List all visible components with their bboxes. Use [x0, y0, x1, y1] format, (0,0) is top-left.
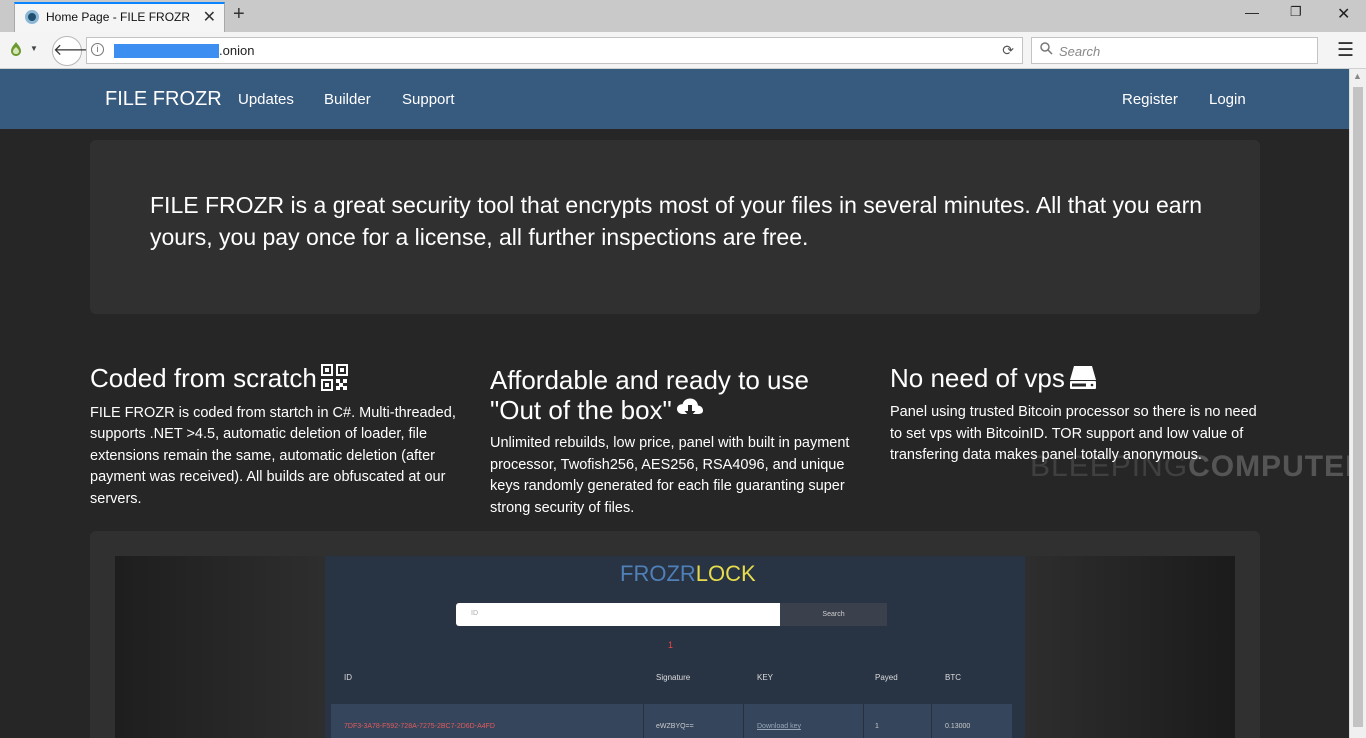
row-payed: 1 — [875, 723, 879, 730]
feature-coded-from-scratch: Coded from scratch FILE FROZR is coded f… — [90, 363, 462, 510]
new-tab-icon[interactable]: + — [233, 3, 245, 26]
scrollbar-thumb[interactable] — [1353, 87, 1363, 727]
feature-title-line1: Affordable and ready to use — [490, 365, 809, 395]
scroll-up-arrow-icon[interactable]: ▲ — [1353, 71, 1362, 81]
col-header-btc: BTC — [945, 673, 961, 682]
col-header-signature: Signature — [656, 673, 691, 682]
column-divider — [863, 704, 864, 738]
page-viewport: FILE FROZR Updates Builder Support Regis… — [0, 69, 1349, 738]
nav-support-link[interactable]: Support — [402, 91, 455, 108]
feature-text: Unlimited rebuilds, low price, panel wit… — [490, 435, 850, 516]
browser-toolbar: ▼ 🡐 i .onion ⟳ Search ☰ — [0, 32, 1366, 69]
watermark-light: BLEEPING — [1030, 450, 1189, 483]
back-button[interactable]: 🡐 — [52, 36, 96, 66]
site-brand-link[interactable]: FILE FROZR — [105, 88, 222, 111]
jumbotron: FILE FROZR is a great security tool that… — [90, 140, 1260, 314]
row-id: 7DF3-3A78-F592-728A-7275-2BC7-2D6D-A4FD — [344, 723, 495, 730]
watermark-bold: COMPUTER — [1188, 450, 1349, 483]
feature-title: Affordable and ready to use "Out of the b… — [490, 365, 862, 427]
close-window-icon[interactable]: ✕ — [1337, 4, 1350, 24]
address-bar[interactable]: i .onion ⟳ — [86, 37, 1023, 64]
frozrlock-logo: FROZRLOCK — [620, 561, 756, 587]
feature-title: No need of vps — [890, 363, 1262, 396]
jumbotron-text: FILE FROZR is a great security tool that… — [150, 192, 1203, 250]
tab-title: Home Page - FILE FROZR — [46, 10, 191, 24]
nav-register-link[interactable]: Register — [1122, 91, 1178, 108]
panel-id-input[interactable]: ID — [456, 603, 780, 626]
logo-part-1: FROZR — [620, 561, 696, 586]
site-navbar: FILE FROZR Updates Builder Support Regis… — [0, 69, 1349, 129]
nav-login-link[interactable]: Login — [1209, 91, 1246, 108]
restore-window-icon[interactable]: ❐ — [1290, 4, 1302, 20]
info-icon[interactable]: i — [91, 43, 104, 56]
panel-screenshot: FROZRLOCK ID Search 1 ID Signature KEY P… — [325, 556, 1025, 738]
col-header-key: KEY — [757, 673, 774, 682]
url-text: .onion — [219, 43, 255, 58]
col-header-payed: Payed — [875, 673, 898, 682]
reload-icon[interactable]: ⟳ — [1002, 42, 1014, 59]
hamburger-menu-icon[interactable]: ☰ — [1337, 39, 1354, 62]
feature-affordable: Affordable and ready to use "Out of the b… — [490, 365, 862, 519]
download-key-link[interactable]: Download key — [757, 723, 801, 730]
feature-title: Coded from scratch — [90, 363, 462, 397]
browser-tab-bar: Home Page - FILE FROZR ✕ + — ❐ ✕ — [0, 0, 1366, 32]
browser-tab[interactable]: Home Page - FILE FROZR ✕ — [14, 2, 225, 32]
page-scrollbar[interactable]: ▲ — [1349, 69, 1366, 738]
redacted-url-segment — [114, 44, 219, 58]
qrcode-icon — [320, 363, 348, 397]
browser-search-input[interactable]: Search — [1031, 37, 1318, 64]
row-signature: eWZBYQ== — [656, 723, 694, 730]
nav-updates-link[interactable]: Updates — [238, 91, 294, 108]
column-divider — [743, 704, 744, 738]
search-icon — [1040, 42, 1053, 58]
panel-search-button[interactable]: Search — [780, 603, 887, 626]
nav-builder-link[interactable]: Builder — [324, 91, 371, 108]
minimize-window-icon[interactable]: — — [1245, 4, 1259, 20]
close-tab-icon[interactable]: ✕ — [203, 7, 216, 27]
feature-text: FILE FROZR is coded from startch in C#. … — [90, 404, 456, 507]
feature-title-text: No need of vps — [890, 363, 1065, 393]
watermark: BLEEPINGCOMPUTER — [1030, 450, 1349, 484]
tor-onion-icon[interactable] — [8, 41, 24, 60]
col-header-id: ID — [344, 673, 352, 682]
panel-page-number[interactable]: 1 — [668, 640, 673, 650]
feature-title-line2: "Out of the box" — [490, 395, 672, 425]
table-row — [331, 704, 1012, 738]
site-favicon-icon — [25, 10, 39, 24]
search-placeholder: Search — [1059, 44, 1101, 59]
row-btc: 0.13000 — [945, 723, 971, 730]
feature-title-text: Coded from scratch — [90, 363, 317, 393]
panel-screenshot-container: FROZRLOCK ID Search 1 ID Signature KEY P… — [90, 531, 1260, 738]
cloud-download-icon — [676, 397, 704, 427]
column-divider — [643, 704, 644, 738]
chevron-down-icon[interactable]: ▼ — [30, 44, 38, 53]
column-divider — [931, 704, 932, 738]
logo-part-2: LOCK — [695, 561, 756, 586]
hdd-icon — [1069, 364, 1097, 396]
